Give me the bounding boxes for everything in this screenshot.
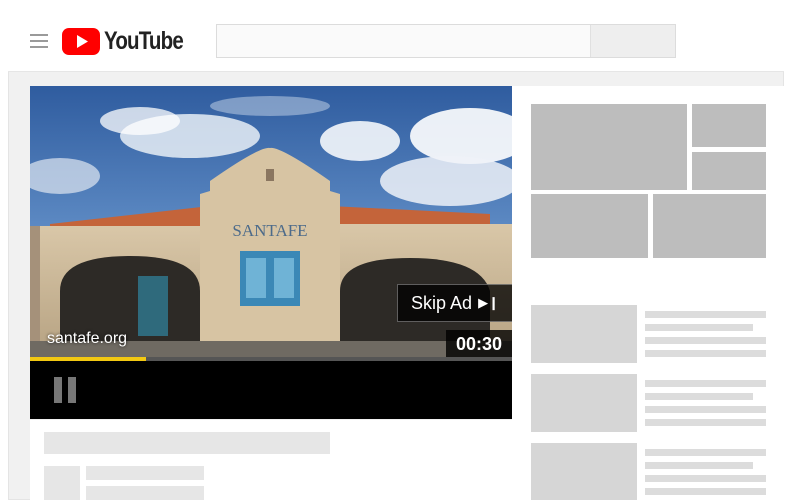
station-sign: SANTAFE [232,221,307,240]
meta-line [645,475,766,482]
title-line [645,324,753,331]
meta-line [645,419,766,426]
channel-placeholder [86,466,204,480]
video-thumbnail[interactable] [531,443,637,500]
skip-ad-label: Skip Ad [411,292,473,313]
video-thumbnail[interactable] [531,305,637,363]
title-line [645,393,753,400]
youtube-play-icon [62,27,100,55]
video-info-placeholder [30,420,512,500]
player-controls [30,361,512,419]
search-input[interactable] [216,24,676,58]
title-placeholder [44,432,330,454]
video-thumbnail[interactable] [531,374,637,432]
meta-line [645,350,766,357]
pause-icon[interactable] [54,377,80,403]
search-button[interactable] [590,25,675,57]
title-line [645,449,766,456]
title-line [645,462,753,469]
ad-tile-small[interactable] [692,152,766,190]
ad-tile-wide[interactable] [531,194,648,258]
title-line [645,311,766,318]
ad-tile-small[interactable] [692,104,766,147]
site-header: YouTube [8,12,784,72]
hamburger-icon[interactable] [30,34,48,48]
advertiser-label[interactable]: santafe.org [47,330,127,348]
title-line [645,380,766,387]
ad-tile-large[interactable] [531,104,687,190]
youtube-logo[interactable]: YouTube [62,26,200,56]
subscriber-placeholder [86,486,204,500]
skip-next-icon: ▶❙ [478,295,499,310]
avatar-placeholder [44,466,80,500]
meta-line [645,488,766,495]
ad-tile-wide[interactable] [653,194,766,258]
video-player[interactable]: SANTAFE santafe.org Skip Ad ▶❙ 00:30 [30,86,512,419]
logo-wordmark: YouTube [104,26,184,55]
sidebar [512,86,784,500]
ad-countdown: 00:30 [446,330,512,358]
meta-line [645,406,766,413]
meta-line [645,337,766,344]
skip-ad-button[interactable]: Skip Ad ▶❙ [397,284,512,322]
